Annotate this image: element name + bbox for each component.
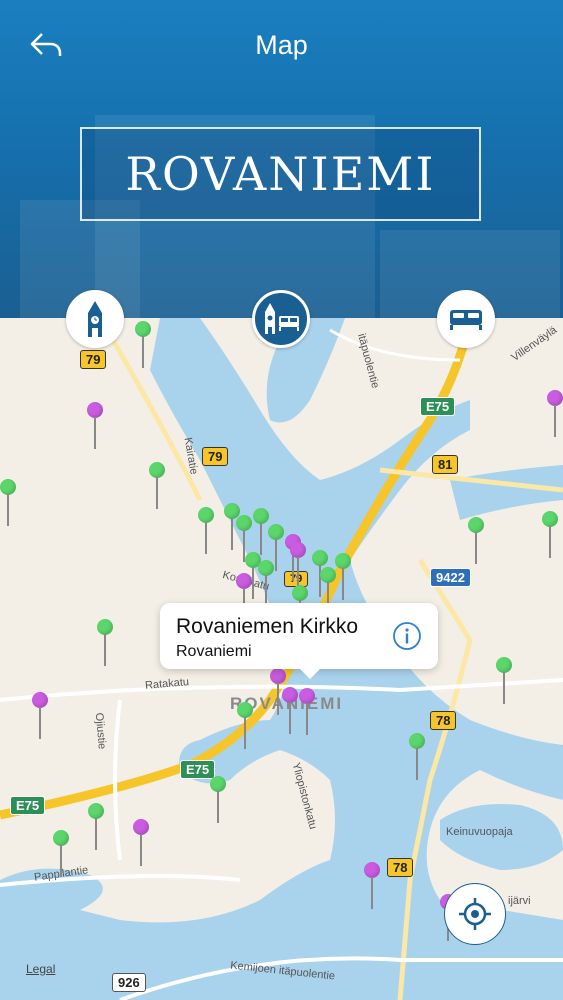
page-title: Map bbox=[255, 30, 308, 60]
map-pin[interactable] bbox=[88, 803, 104, 851]
city-title-box: ROVANIEMI bbox=[80, 127, 481, 221]
hotels-filter-button[interactable] bbox=[437, 290, 495, 348]
map-pin[interactable] bbox=[237, 702, 253, 750]
map-pin[interactable] bbox=[409, 733, 425, 781]
road-shield: E75 bbox=[10, 796, 46, 815]
map-pin[interactable] bbox=[87, 402, 103, 450]
map-pin[interactable] bbox=[0, 479, 16, 527]
road-shield: 79 bbox=[80, 350, 107, 369]
road-shield: 81 bbox=[432, 455, 459, 474]
road-shield: E75 bbox=[420, 397, 456, 416]
crosshair-icon bbox=[459, 898, 491, 930]
map-pin[interactable] bbox=[253, 508, 269, 556]
map-pin[interactable] bbox=[210, 776, 226, 824]
map-pin[interactable] bbox=[299, 688, 315, 736]
city-name: ROVANIEMI bbox=[125, 147, 436, 201]
callout-subtitle: Rovaniemi bbox=[176, 643, 252, 660]
map-pin[interactable] bbox=[335, 553, 351, 601]
map-pin[interactable] bbox=[468, 517, 484, 565]
map-pin[interactable] bbox=[32, 692, 48, 740]
road-label: ijärvi bbox=[508, 895, 531, 907]
sights-filter-button[interactable] bbox=[66, 290, 124, 348]
legal-link[interactable]: Legal bbox=[26, 962, 55, 976]
info-icon[interactable] bbox=[392, 621, 422, 651]
road-shield: 78 bbox=[430, 711, 457, 730]
map-pin[interactable] bbox=[364, 862, 380, 910]
callout-title: Rovaniemen Kirkko bbox=[176, 615, 359, 638]
map-pin[interactable] bbox=[133, 819, 149, 867]
map-pin[interactable] bbox=[496, 657, 512, 705]
road-shield: 78 bbox=[387, 858, 414, 877]
map-pin[interactable] bbox=[97, 619, 113, 667]
map-pin[interactable] bbox=[290, 542, 306, 590]
locate-me-button[interactable] bbox=[444, 883, 506, 945]
bed-icon bbox=[450, 310, 482, 330]
clock-tower-icon bbox=[88, 301, 102, 337]
map-pin[interactable] bbox=[282, 687, 298, 735]
map-pin[interactable] bbox=[135, 321, 151, 369]
tower-and-bed-icon bbox=[265, 303, 299, 334]
map-pin[interactable] bbox=[547, 390, 563, 438]
map-pin[interactable] bbox=[149, 462, 165, 510]
map-pin[interactable] bbox=[542, 511, 558, 559]
map-pin[interactable] bbox=[53, 830, 69, 878]
road-label: Keinuvuopaja bbox=[446, 826, 513, 838]
map-pin[interactable] bbox=[258, 560, 274, 608]
road-shield: 9422 bbox=[430, 568, 471, 587]
all-filter-button[interactable] bbox=[252, 290, 310, 348]
header-banner: Map ROVANIEMI bbox=[0, 0, 563, 318]
map-pin[interactable] bbox=[198, 507, 214, 555]
road-shield: 926 bbox=[112, 973, 146, 992]
place-callout[interactable]: Rovaniemen Kirkko Rovaniemi bbox=[160, 603, 438, 679]
road-shield: 79 bbox=[202, 447, 229, 466]
